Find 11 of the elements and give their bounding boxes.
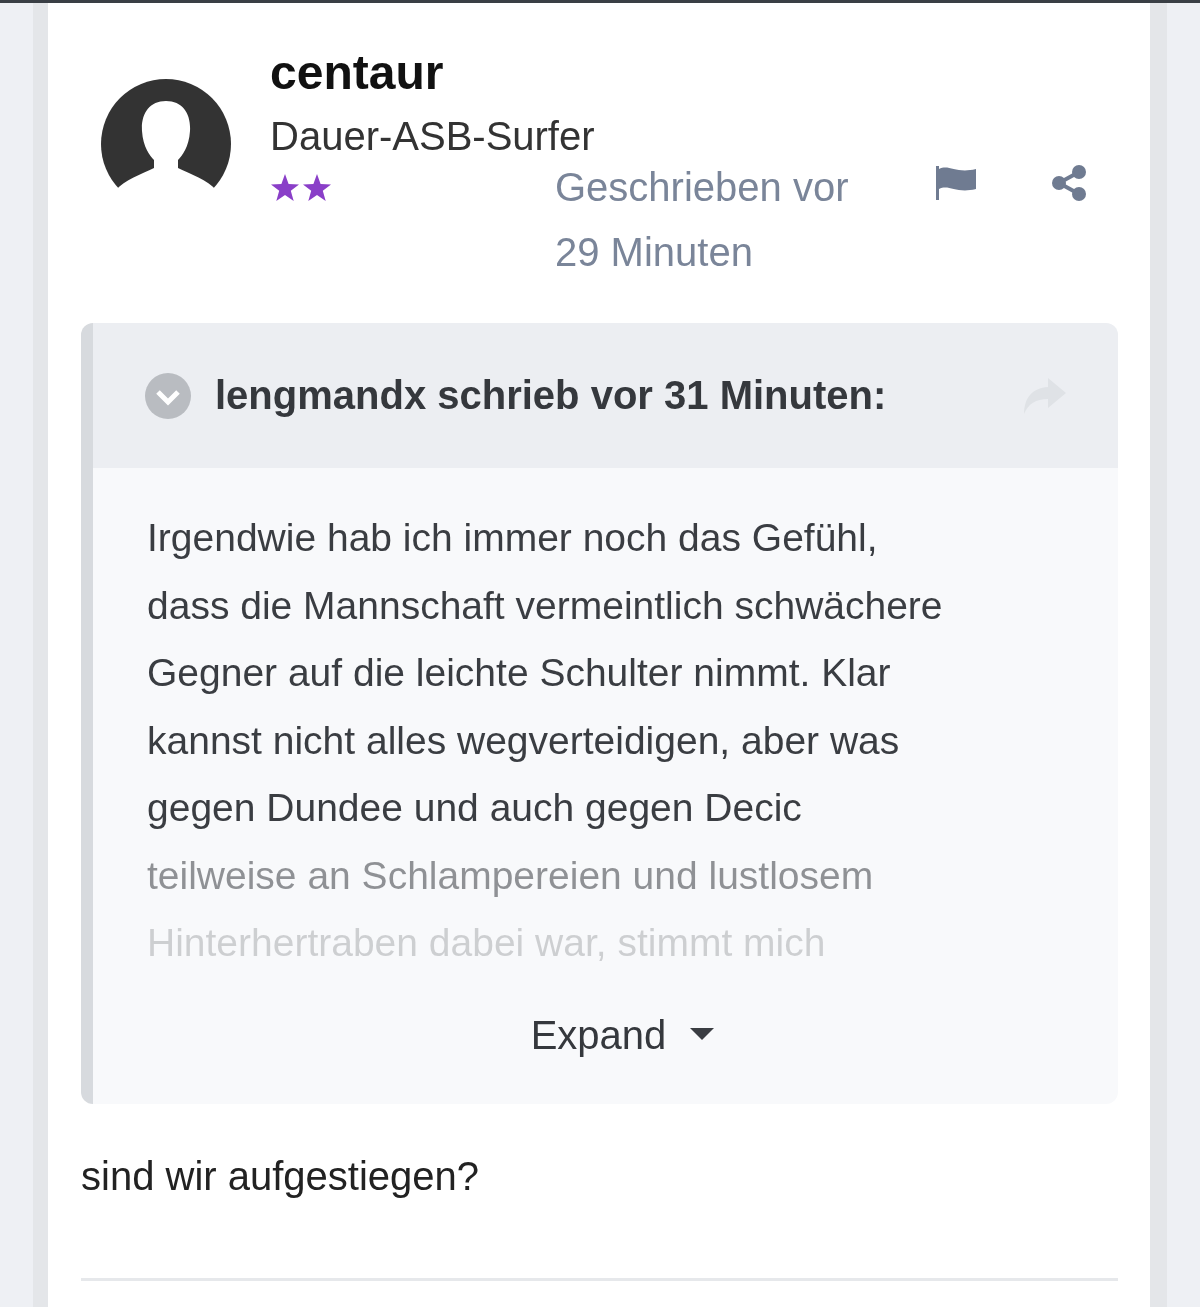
- caret-icon: [690, 1028, 715, 1042]
- rank-title: Dauer-ASB-Surfer: [270, 113, 595, 160]
- avatar-icon[interactable]: [101, 79, 231, 209]
- share-icon[interactable]: [1051, 165, 1088, 201]
- rank-stars-icon: [270, 173, 332, 203]
- post-time: Geschrieben vor 29 Minuten: [555, 164, 849, 276]
- quote-author: lengmandx schrieb vor 31 Minuten:: [215, 373, 888, 418]
- post-text: sind wir aufgestiegen?: [81, 1152, 481, 1200]
- flag-icon[interactable]: [936, 166, 977, 200]
- expand-button[interactable]: Expand: [530, 1012, 715, 1058]
- author-name[interactable]: centaur: [270, 43, 560, 103]
